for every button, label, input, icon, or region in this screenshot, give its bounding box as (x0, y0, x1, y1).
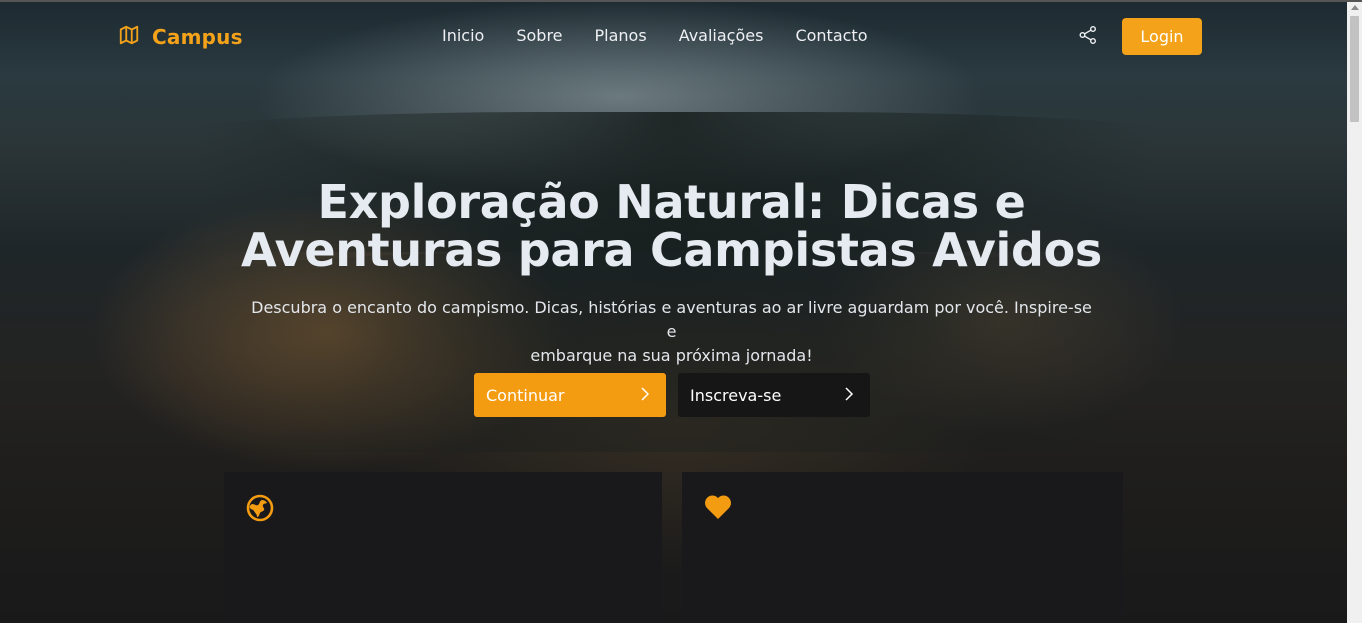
feature-card (224, 472, 662, 623)
brand-name: Campus (152, 25, 243, 49)
hero-title: Exploração Natural: Dicas e Aventuras pa… (200, 178, 1143, 274)
login-button[interactable]: Login (1122, 18, 1202, 55)
scroll-up-arrow[interactable] (1351, 5, 1359, 10)
brand-logo[interactable]: Campus (118, 24, 243, 50)
globe-icon (246, 494, 274, 526)
hero-subtitle-line: embarque na sua próxima jornada! (530, 346, 813, 365)
hero-title-line: Exploração Natural: Dicas e (317, 175, 1026, 229)
map-icon (118, 24, 140, 50)
page-scrollbar[interactable] (1347, 2, 1362, 623)
scroll-thumb[interactable] (1350, 16, 1359, 122)
hero-subtitle: Descubra o encanto do campismo. Dicas, h… (250, 296, 1093, 368)
main-menu: Inicio Sobre Planos Avaliações Contacto (442, 26, 867, 45)
signup-button-label: Inscreva-se (690, 385, 782, 405)
continue-button-label: Continuar (486, 385, 565, 405)
nav-item-avaliacoes[interactable]: Avaliações (679, 26, 764, 45)
signup-button[interactable]: Inscreva-se (678, 373, 870, 417)
nav-item-contacto[interactable]: Contacto (795, 26, 867, 45)
hero-subtitle-line: Descubra o encanto do campismo. Dicas, h… (251, 298, 1092, 341)
feature-card (682, 472, 1123, 623)
hero-title-line: Aventuras para Campistas Avidos (240, 223, 1103, 277)
nav-item-planos[interactable]: Planos (595, 26, 647, 45)
heart-icon (704, 494, 732, 524)
navbar: Campus Inicio Sobre Planos Avaliações Co… (0, 2, 1347, 72)
continue-button[interactable]: Continuar (474, 373, 666, 417)
share-icon[interactable] (1078, 25, 1098, 45)
nav-item-sobre[interactable]: Sobre (516, 26, 562, 45)
nav-item-inicio[interactable]: Inicio (442, 26, 484, 45)
chevron-right-icon (640, 386, 650, 406)
chevron-right-icon (844, 386, 854, 406)
